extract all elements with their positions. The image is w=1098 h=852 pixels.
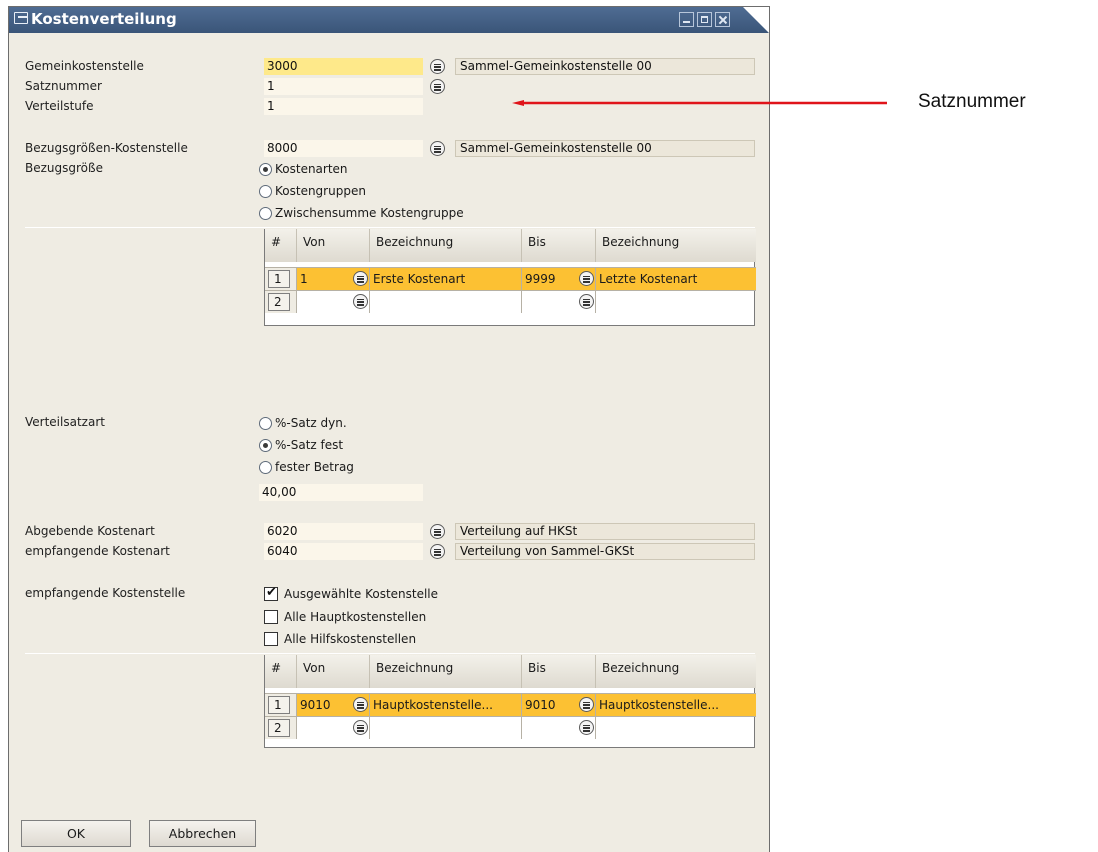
radio-satz-fest-icon[interactable] — [259, 439, 272, 452]
column-header[interactable]: Bezeichnung — [370, 655, 522, 688]
abgebende-kostenart-label: Abgebende Kostenart — [25, 524, 155, 538]
column-header[interactable]: Bis — [522, 655, 596, 688]
grid-header: # Von Bezeichnung Bis Bezeichnung — [265, 229, 756, 262]
bezugsgroessen-kostenstelle-label: Bezugsgrößen-Kostenstelle — [25, 141, 188, 155]
column-header[interactable]: Von — [297, 229, 370, 262]
form-icon — [14, 12, 28, 24]
bezugsgroessen-kostenstelle-description: Sammel-Gemeinkostenstelle 00 — [455, 140, 755, 157]
verteilsatz-value-field[interactable]: 40,00 — [259, 484, 423, 501]
bis-bezeichnung-cell[interactable] — [596, 291, 756, 313]
radio-satz-fest-label: %-Satz fest — [275, 438, 344, 452]
radio-satz-dyn-label: %-Satz dyn. — [275, 416, 347, 430]
cancel-button[interactable]: Abbrechen — [149, 820, 256, 847]
close-icon[interactable] — [715, 12, 730, 27]
von-lookup-icon[interactable] — [353, 697, 368, 712]
bis-bezeichnung-cell[interactable] — [596, 717, 756, 739]
column-header[interactable]: Bezeichnung — [370, 229, 522, 262]
column-header[interactable]: Bezeichnung — [596, 655, 756, 688]
checkbox-hilfskostenstellen-icon[interactable] — [264, 632, 278, 646]
bis-lookup-icon[interactable] — [579, 271, 594, 286]
von-bezeichnung-cell[interactable]: Hauptkostenstelle... — [370, 694, 522, 716]
von-lookup-icon[interactable] — [353, 271, 368, 286]
verteilsatzart-label: Verteilsatzart — [25, 415, 105, 429]
table-row[interactable]: 1 1 Erste Kostenart 9999 Letzte Kostenar… — [265, 267, 756, 290]
kostenverteilung-window: Kostenverteilung Gemeinkostenstelle 3000… — [8, 6, 770, 852]
bis-bezeichnung-cell[interactable]: Letzte Kostenart — [596, 268, 756, 290]
column-header[interactable]: Bezeichnung — [596, 229, 756, 262]
von-bezeichnung-cell[interactable] — [370, 291, 522, 313]
checkbox-hilfskostenstellen-label: Alle Hilfskostenstellen — [284, 632, 417, 646]
kostenstellen-grid: # Von Bezeichnung Bis Bezeichnung 1 9010… — [264, 655, 756, 748]
minimize-icon[interactable] — [679, 12, 694, 27]
row-number[interactable]: 1 — [268, 270, 290, 288]
gemeinkostenstelle-lookup-icon[interactable] — [430, 59, 445, 74]
empfangende-kostenart-field[interactable]: 6040 — [264, 543, 423, 560]
column-header[interactable]: # — [265, 655, 297, 688]
abgebende-kostenart-lookup-icon[interactable] — [430, 524, 445, 539]
column-header[interactable]: Von — [297, 655, 370, 688]
row-number[interactable]: 1 — [268, 696, 290, 714]
row-number[interactable]: 2 — [268, 719, 290, 737]
checkbox-hauptkostenstellen-icon[interactable] — [264, 610, 278, 624]
bis-lookup-icon[interactable] — [579, 294, 594, 309]
von-bezeichnung-cell[interactable]: Erste Kostenart — [370, 268, 522, 290]
radio-kostenarten-label: Kostenarten — [275, 162, 348, 176]
empfangende-kostenart-label: empfangende Kostenart — [25, 544, 170, 558]
radio-zwischensumme-icon[interactable] — [259, 207, 272, 220]
bezugsgroessen-kostenstelle-field[interactable]: 8000 — [264, 140, 423, 157]
bezugsgroesse-label: Bezugsgröße — [25, 161, 103, 175]
satznummer-label: Satznummer — [25, 79, 102, 93]
verteilstufe-label: Verteilstufe — [25, 99, 94, 113]
annotation-arrow-head — [512, 100, 524, 106]
table-row[interactable]: 2 — [265, 290, 756, 313]
gemeinkostenstelle-field[interactable]: 3000 — [264, 58, 423, 75]
radio-zwischensumme-label: Zwischensumme Kostengruppe — [275, 206, 464, 220]
column-header[interactable]: # — [265, 229, 297, 262]
grid-header: # Von Bezeichnung Bis Bezeichnung — [265, 655, 756, 688]
satznummer-lookup-icon[interactable] — [430, 79, 445, 94]
radio-kostengruppen-label: Kostengruppen — [275, 184, 366, 198]
radio-kostengruppen-icon[interactable] — [259, 185, 272, 198]
bis-lookup-icon[interactable] — [579, 720, 594, 735]
checkbox-ausgewaehlte-label: Ausgewählte Kostenstelle — [284, 587, 439, 601]
empfangende-kostenart-lookup-icon[interactable] — [430, 544, 445, 559]
maximize-icon[interactable] — [697, 12, 712, 27]
empfangende-kostenstelle-label: empfangende Kostenstelle — [25, 586, 186, 600]
radio-fester-betrag-label: fester Betrag — [275, 460, 354, 474]
column-header[interactable]: Bis — [522, 229, 596, 262]
abgebende-kostenart-field[interactable]: 6020 — [264, 523, 423, 540]
window-title: Kostenverteilung — [31, 10, 177, 28]
bis-lookup-icon[interactable] — [579, 697, 594, 712]
satznummer-field[interactable]: 1 — [264, 78, 423, 95]
von-bezeichnung-cell[interactable] — [370, 717, 522, 739]
checkbox-hauptkostenstellen-label: Alle Hauptkostenstellen — [284, 610, 427, 624]
bezugsgroessen-kostenstelle-lookup-icon[interactable] — [430, 141, 445, 156]
abgebende-kostenart-description: Verteilung auf HKSt — [455, 523, 755, 540]
verteilstufe-field[interactable]: 1 — [264, 98, 423, 115]
kostenarten-grid: # Von Bezeichnung Bis Bezeichnung 1 1 Er… — [264, 229, 756, 326]
title-bar[interactable]: Kostenverteilung — [9, 7, 769, 33]
gemeinkostenstelle-label: Gemeinkostenstelle — [25, 59, 144, 73]
von-lookup-icon[interactable] — [353, 294, 368, 309]
radio-kostenarten-icon[interactable] — [259, 163, 272, 176]
bis-bezeichnung-cell[interactable]: Hauptkostenstelle... — [596, 694, 756, 716]
row-number[interactable]: 2 — [268, 293, 290, 311]
von-lookup-icon[interactable] — [353, 720, 368, 735]
checkbox-ausgewaehlte-icon[interactable] — [264, 585, 278, 601]
annotation-arrow — [512, 100, 887, 106]
gemeinkostenstelle-description: Sammel-Gemeinkostenstelle 00 — [455, 58, 755, 75]
table-row[interactable]: 2 — [265, 716, 756, 739]
table-row[interactable]: 1 9010 Hauptkostenstelle... 9010 Hauptko… — [265, 693, 756, 716]
radio-satz-dyn-icon[interactable] — [259, 417, 272, 430]
empfangende-kostenart-description: Verteilung von Sammel-GKSt — [455, 543, 755, 560]
radio-fester-betrag-icon[interactable] — [259, 461, 272, 474]
annotation-label: Satznummer — [918, 91, 1026, 112]
ok-button[interactable]: OK — [21, 820, 131, 847]
